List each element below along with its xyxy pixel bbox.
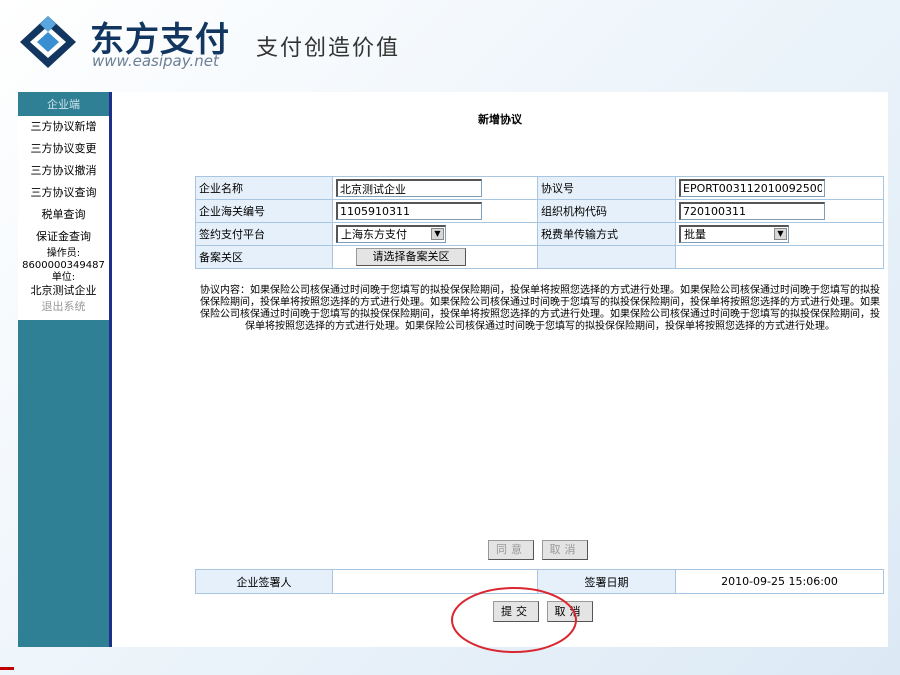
org-code-cell [675,199,884,223]
agreement-text: 协议内容：如果保险公司核保通过时间晚于您填写的拟投保保险期间，投保单将按照您选择… [200,285,880,332]
agreement-no-cell [675,176,884,200]
corner-mark [0,667,14,670]
page-title: 新增协议 [478,113,522,126]
signer-value [332,569,538,594]
org-code-label: 组织机构代码 [537,199,676,223]
platform-label: 签约支付平台 [195,222,333,246]
sidebar-item-agreement-query[interactable]: 三方协议查询 [18,182,109,204]
empty-value-cell [675,245,884,269]
unit-value: 北京测试企业 [30,284,97,297]
chevron-down-icon: ▼ [774,228,787,240]
sidebar-header: 企业端 [18,92,109,116]
platform-cell: 上海东方支付 ▼ [332,222,538,246]
signer-label: 企业签署人 [195,569,333,594]
transmit-cell: 批量 ▼ [675,222,884,246]
easipay-logo-icon [20,16,76,68]
brand-url: www.easipay.net [92,52,219,70]
transmit-select[interactable]: 批量 ▼ [679,225,789,243]
submit-button-row: 提交 取消 [493,601,597,622]
company-name-cell [332,176,538,200]
disagree-button[interactable]: 取消 [541,540,588,560]
transmit-select-value: 批量 [684,228,706,241]
platform-select-value: 上海东方支付 [341,228,407,241]
operator-label: 操作员: [46,248,81,259]
sidebar-menu: 三方协议新增 三方协议变更 三方协议撤消 三方协议查询 税单查询 保证金查询 操… [18,116,109,320]
sign-date-label: 签署日期 [537,569,676,594]
slogan: 支付创造价值 [256,36,401,61]
sidebar-item-tax-query[interactable]: 税单查询 [18,204,109,226]
customs-area-cell: 请选择备案关区 [332,245,538,269]
agreement-no-input[interactable] [679,179,825,197]
sidebar-item-agreement-cancel[interactable]: 三方协议撤消 [18,160,109,182]
logout-link[interactable]: 退出系统 [18,298,109,316]
select-customs-area-button[interactable]: 请选择备案关区 [356,248,466,266]
org-code-input[interactable] [679,202,825,220]
customs-area-label: 备案关区 [195,245,333,269]
submit-button[interactable]: 提交 [493,601,539,622]
header: 东方支付 www.easipay.net 支付创造价值 [0,0,900,88]
sidebar-item-agreement-add[interactable]: 三方协议新增 [18,116,109,138]
sidebar: 企业端 三方协议新增 三方协议变更 三方协议撤消 三方协议查询 税单查询 保证金… [18,92,112,647]
transmit-label: 税费单传输方式 [537,222,676,246]
cancel-button[interactable]: 取消 [546,601,593,622]
sidebar-item-deposit-query[interactable]: 保证金查询 [18,226,109,248]
agree-button[interactable]: 同意 [488,540,534,560]
customs-code-input[interactable] [336,202,482,220]
operator-value: 8600000349487 [22,260,105,271]
customs-code-cell [332,199,538,223]
signature-table: 企业签署人 签署日期 2010-09-25 15:06:00 [195,569,884,594]
sidebar-title: 企业端 [18,92,109,116]
main-content: 新增协议 企业名称 协议号 企业海关编号 组织机构代码 签约支付平台 [112,92,888,647]
empty-label-cell [537,245,676,269]
unit-label: 单位: [51,272,76,283]
agreement-form: 企业名称 协议号 企业海关编号 组织机构代码 签约支付平台 上海东方支付 [195,176,884,269]
agree-button-row: 同意 取消 [488,540,592,560]
customs-code-label: 企业海关编号 [195,199,333,223]
platform-select[interactable]: 上海东方支付 ▼ [336,225,446,243]
sign-date-value: 2010-09-25 15:06:00 [675,569,884,594]
sidebar-item-agreement-change[interactable]: 三方协议变更 [18,138,109,160]
chevron-down-icon: ▼ [431,228,444,240]
agreement-no-label: 协议号 [537,176,676,200]
company-name-label: 企业名称 [195,176,333,200]
company-name-input[interactable] [336,179,482,197]
